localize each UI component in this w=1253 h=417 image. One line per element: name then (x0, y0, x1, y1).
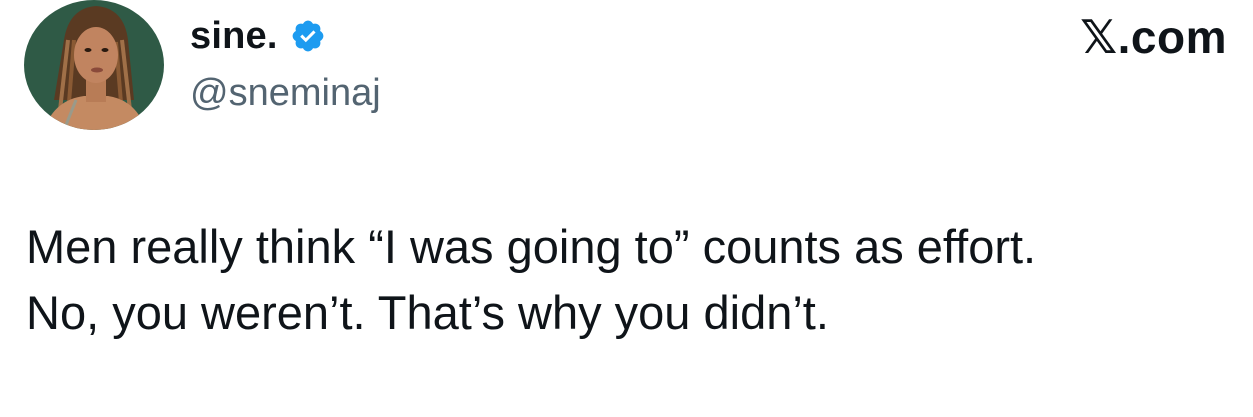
tweet-line: No, you weren’t. That’s why you didn’t. (26, 286, 829, 339)
tweet-line: Men really think “I was going to” counts… (26, 220, 1037, 273)
verified-badge-icon (290, 18, 326, 54)
display-name[interactable]: sine. (190, 15, 278, 58)
avatar[interactable] (24, 0, 164, 130)
author-handle[interactable]: @sneminaj (190, 72, 381, 115)
tweet-text: Men really think “I was going to” counts… (26, 214, 1226, 346)
profile-photo (24, 0, 164, 130)
author-name-row: sine. (190, 10, 326, 62)
x-com-logo: 𝕏.com (1080, 11, 1227, 63)
